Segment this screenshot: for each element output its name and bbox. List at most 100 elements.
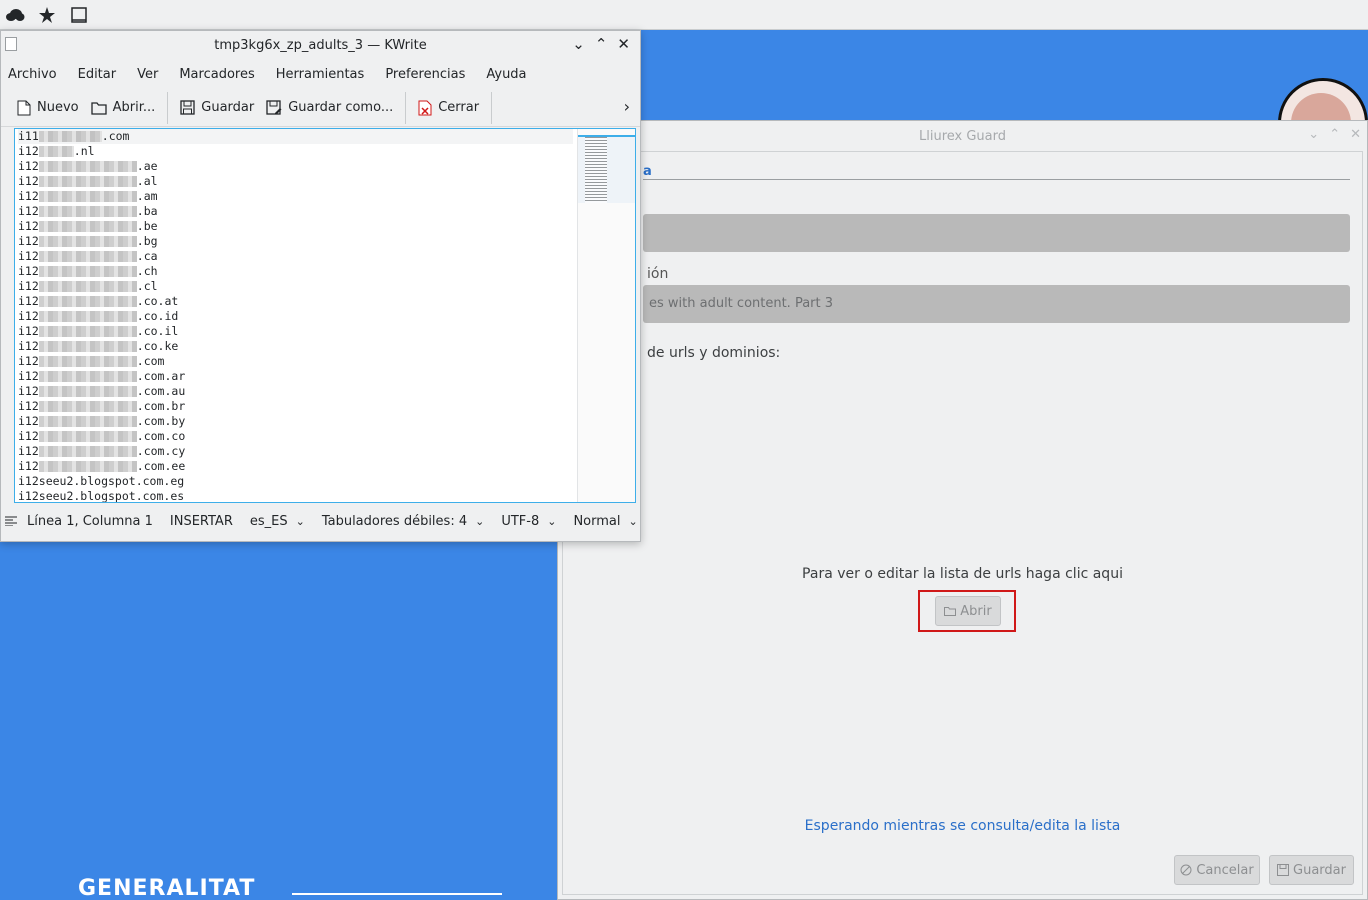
minimap[interactable] (577, 129, 635, 502)
editor-line[interactable]: i12 .co.il (18, 324, 573, 339)
new-label: Nuevo (37, 100, 79, 115)
editor-line[interactable]: i11 .com (18, 129, 573, 144)
line-prefix: i12 (18, 204, 39, 218)
highlight-selector[interactable]: Normal ⌄ (573, 514, 637, 529)
redacted-text (38, 446, 137, 457)
editor-line[interactable]: i12 .be (18, 219, 573, 234)
redacted-text (38, 401, 137, 412)
redacted-text (38, 266, 137, 277)
close-icon[interactable]: ✕ (617, 35, 630, 53)
editor-line[interactable]: i12 .co.ke (18, 339, 573, 354)
kwrite-titlebar: tmp3kg6x_zp_adults_3 — KWrite ⌄ ⌃ ✕ (1, 31, 640, 59)
guard-tab[interactable]: a (643, 164, 652, 179)
window-icon[interactable] (68, 4, 90, 26)
menu-preferencias[interactable]: Preferencias (385, 67, 465, 82)
star-icon[interactable] (36, 4, 58, 26)
menu-archivo[interactable]: Archivo (8, 67, 57, 82)
editor-line[interactable]: i12 .com (18, 354, 573, 369)
line-suffix: .com.ar (136, 369, 186, 383)
editor-line[interactable]: i12 .co.at (18, 294, 573, 309)
tab-divider (643, 179, 1350, 180)
editor-line[interactable]: i12 .ae (18, 159, 573, 174)
redacted-text (38, 251, 137, 262)
open-label: Abrir... (112, 100, 156, 115)
menu-ayuda[interactable]: Ayuda (486, 67, 526, 82)
line-suffix: .ae (136, 159, 158, 173)
redacted-text (38, 311, 137, 322)
close-icon[interactable]: ✕ (1350, 127, 1361, 142)
close-document-button[interactable]: Cerrar (412, 93, 485, 123)
save-as-icon (266, 100, 282, 115)
editor-line[interactable]: i12 .al (18, 174, 573, 189)
line-suffix: .com.ee (136, 459, 186, 473)
chevron-right-icon[interactable]: › (624, 97, 630, 116)
toolbar-separator (167, 91, 169, 124)
line-prefix: i12 (18, 189, 39, 203)
editor-line[interactable]: i12 .ca (18, 249, 573, 264)
new-button[interactable]: Nuevo (11, 93, 85, 123)
cancel-button[interactable]: Cancelar (1174, 855, 1260, 885)
editor-line[interactable]: i12 .com.cy (18, 444, 573, 459)
encoding-selector[interactable]: UTF-8 ⌄ (501, 514, 556, 529)
editor-line[interactable]: i12 .ba (18, 204, 573, 219)
editor-lines[interactable]: i11 .com i12 .nl i12 .ae i12 .al i12 .am i12 .ba i12… (18, 129, 573, 502)
redacted-text (38, 131, 102, 142)
line-prefix: i12 (18, 309, 39, 323)
save-button[interactable]: Guardar (1269, 855, 1354, 885)
editor-line[interactable]: i12 .com.by (18, 414, 573, 429)
description-field[interactable]: es with adult content. Part 3 (643, 285, 1350, 323)
menu-editar[interactable]: Editar (78, 67, 117, 82)
redacted-text (38, 326, 137, 337)
kwrite-app-icon[interactable] (5, 37, 17, 51)
cursor-position[interactable]: Línea 1, Columna 1 (27, 514, 153, 529)
editor-line[interactable]: i12 .nl (18, 144, 573, 159)
statusbar: Línea 1, Columna 1 INSERTAR es_ES ⌄ Tabul… (1, 501, 640, 541)
menu-marcadores[interactable]: Marcadores (179, 67, 254, 82)
name-field[interactable] (643, 214, 1350, 252)
language-selector[interactable]: es_ES ⌄ (250, 514, 305, 529)
indent-selector[interactable]: Tabuladores débiles: 4 ⌄ (322, 514, 485, 529)
line-prefix: i12 (18, 369, 39, 383)
maximize-icon[interactable]: ⌃ (1329, 127, 1340, 142)
minimize-icon[interactable]: ⌄ (572, 35, 585, 53)
chevron-down-icon: ⌄ (628, 514, 638, 528)
editor-line[interactable]: i12 .co.id (18, 309, 573, 324)
minimize-icon[interactable]: ⌄ (1308, 127, 1319, 142)
text-editor[interactable]: i11 .com i12 .nl i12 .ae i12 .al i12 .am i12 .ba i12… (14, 128, 636, 503)
redacted-text (38, 221, 137, 232)
open-button[interactable]: Abrir... (85, 93, 162, 123)
editor-line[interactable]: i12 .am (18, 189, 573, 204)
line-prefix: i12 (18, 414, 39, 428)
menu-ver[interactable]: Ver (137, 67, 158, 82)
line-prefix: i12 (18, 384, 39, 398)
line-suffix: .be (136, 219, 158, 233)
cloud-icon[interactable] (4, 4, 26, 26)
save-button[interactable]: Guardar (174, 93, 260, 123)
editor-line[interactable]: i12 .com.co (18, 429, 573, 444)
save-icon (1277, 864, 1290, 876)
editor-line[interactable]: i12 .ch (18, 264, 573, 279)
open-list-label: Abrir (960, 603, 992, 619)
redacted-text (38, 191, 137, 202)
editor-line[interactable]: i12 .com.au (18, 384, 573, 399)
line-prefix: i12seeu2.blogspot.com.eg (18, 474, 185, 488)
menu-herramientas[interactable]: Herramientas (276, 67, 365, 82)
save-as-button[interactable]: Guardar como... (260, 93, 399, 123)
editor-line[interactable]: i12 .com.br (18, 399, 573, 414)
line-prefix: i12 (18, 264, 39, 278)
chevron-down-icon: ⌄ (295, 514, 305, 528)
line-suffix: .al (136, 174, 158, 188)
open-list-button[interactable]: Abrir (935, 596, 1001, 626)
editor-line[interactable]: i12 .com.ee (18, 459, 573, 474)
editor-line[interactable]: i12 .bg (18, 234, 573, 249)
redacted-text (38, 356, 137, 367)
maximize-icon[interactable]: ⌃ (595, 35, 608, 53)
editor-line[interactable]: i12 .cl (18, 279, 573, 294)
close-document-icon (418, 100, 432, 115)
align-icon[interactable] (5, 516, 17, 526)
line-prefix: i12 (18, 279, 39, 293)
menubar: Archivo Editar Ver Marcadores Herramient… (1, 59, 640, 89)
input-mode[interactable]: INSERTAR (170, 514, 233, 529)
editor-line[interactable]: i12seeu2.blogspot.com.eg (18, 474, 573, 489)
editor-line[interactable]: i12 .com.ar (18, 369, 573, 384)
